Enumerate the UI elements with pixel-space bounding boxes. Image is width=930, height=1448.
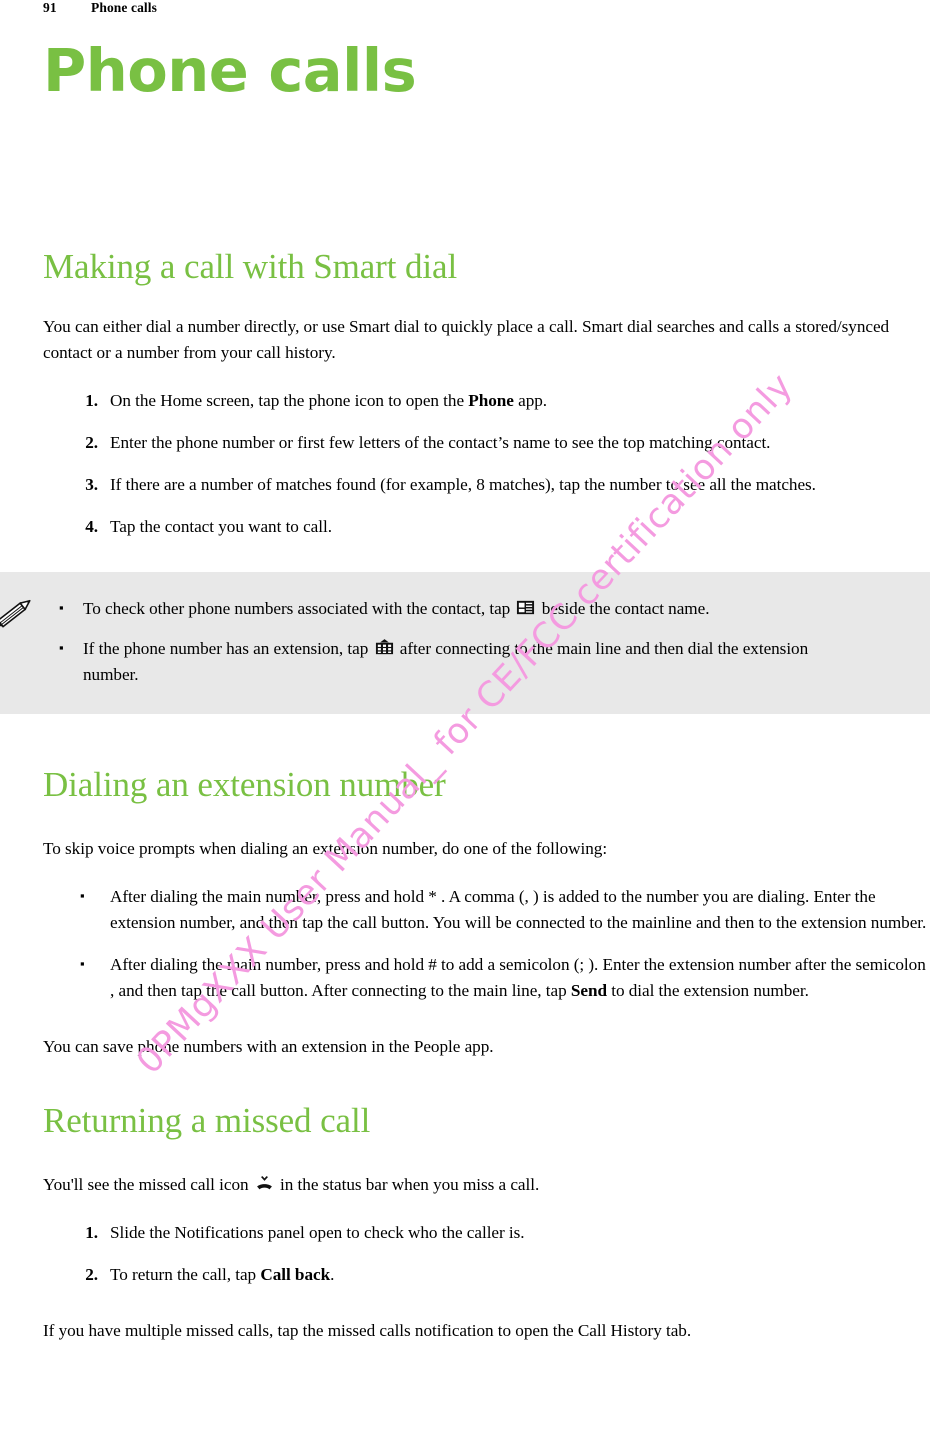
- list-text-bold: Phone: [468, 391, 514, 410]
- section-heading-missed-call: Returning a missed call: [43, 1101, 371, 1140]
- list-marker: 4.: [85, 517, 98, 536]
- list-item: 1. Slide the Notifications panel open to …: [0, 1220, 930, 1246]
- note-items: ▪ To check other phone numbers associated…: [0, 596, 900, 688]
- list-item: 4. Tap the contact you want to call.: [0, 514, 930, 540]
- extension-intro: To skip voice prompts when dialing an ex…: [43, 839, 608, 858]
- extension-bullets: ▪ After dialing the main number, press an…: [0, 884, 930, 1004]
- bullet-marker: ▪: [80, 888, 85, 903]
- list-text: To return the call, tap: [110, 1265, 261, 1284]
- list-marker: 2.: [85, 1265, 98, 1284]
- list-text: Tap the contact you want to call.: [110, 517, 332, 536]
- extension-closing: You can save phone numbers with an exten…: [43, 1037, 494, 1056]
- list-text-tail: app.: [513, 391, 548, 410]
- list-marker: 3.: [85, 475, 98, 494]
- list-marker: 1.: [85, 391, 98, 410]
- running-header: 91 Phone calls: [43, 0, 157, 16]
- list-item: ▪ If the phone number has an extension, t…: [0, 636, 900, 688]
- list-marker: 1.: [85, 1223, 98, 1242]
- section-heading-smart-dial: Making a call with Smart dial: [43, 247, 458, 286]
- smart-dial-steps: 1. On the Home screen, tap the phone icon…: [0, 388, 930, 540]
- list-marker: 2.: [85, 433, 98, 452]
- note-box: ▪ To check other phone numbers associated…: [0, 572, 930, 714]
- missed-call-intro-before: You'll see the missed call icon: [43, 1175, 253, 1194]
- note-text-tail: beside the contact name.: [537, 599, 710, 618]
- page-number: 91: [43, 0, 57, 15]
- bullet-marker: ▪: [80, 956, 85, 971]
- contact-card-icon[interactable]: [516, 598, 535, 617]
- page-content: Making a call with Smart dial You can ei…: [0, 246, 930, 1344]
- list-text: Slide the Notifications panel open to ch…: [110, 1223, 525, 1242]
- dialpad-icon[interactable]: [375, 638, 394, 657]
- missed-call-intro: You'll see the missed call icon in the s…: [0, 1172, 930, 1198]
- missed-call-icon: [255, 1174, 274, 1193]
- manual-page: 91 Phone calls Phone calls Making a call …: [0, 0, 930, 1448]
- list-item: 1. On the Home screen, tap the phone icon…: [0, 388, 930, 414]
- bullet-text: After dialing the main number, press and…: [110, 887, 927, 932]
- missed-call-intro-after: in the status bar when you miss a call.: [275, 1175, 540, 1194]
- list-item: ▪ After dialing the main number, press an…: [0, 952, 930, 1004]
- list-item: 3. If there are a number of matches found…: [0, 472, 930, 498]
- bullet-text-bold: Send: [570, 981, 607, 1000]
- missed-call-closing: If you have multiple missed calls, tap t…: [43, 1321, 692, 1340]
- smart-dial-intro: You can either dial a number directly, o…: [43, 317, 890, 362]
- note-text: To check other phone numbers associated …: [83, 599, 515, 618]
- header-chapter-name: Phone calls: [91, 0, 157, 15]
- list-text: On the Home screen, tap the phone icon t…: [110, 391, 469, 410]
- missed-call-steps: 1. Slide the Notifications panel open to …: [0, 1220, 930, 1288]
- bullet-marker: ▪: [59, 600, 64, 615]
- chapter-title: Phone calls: [43, 36, 417, 105]
- list-text: If there are a number of matches found (…: [110, 475, 816, 494]
- list-text: Enter the phone number or first few lett…: [110, 433, 771, 452]
- section-heading-extension: Dialing an extension number: [43, 765, 446, 804]
- bullet-marker: ▪: [59, 640, 64, 655]
- note-text: If the phone number has an extension, ta…: [83, 639, 373, 658]
- list-text-tail: .: [330, 1265, 335, 1284]
- list-item: 2. Enter the phone number or first few le…: [0, 430, 930, 456]
- list-text-bold: Call back: [260, 1265, 331, 1284]
- list-item: ▪ To check other phone numbers associated…: [0, 596, 900, 622]
- list-item: 2. To return the call, tap Call back.: [0, 1262, 930, 1288]
- list-item: ▪ After dialing the main number, press an…: [0, 884, 930, 936]
- bullet-text-tail: to dial the extension number.: [606, 981, 809, 1000]
